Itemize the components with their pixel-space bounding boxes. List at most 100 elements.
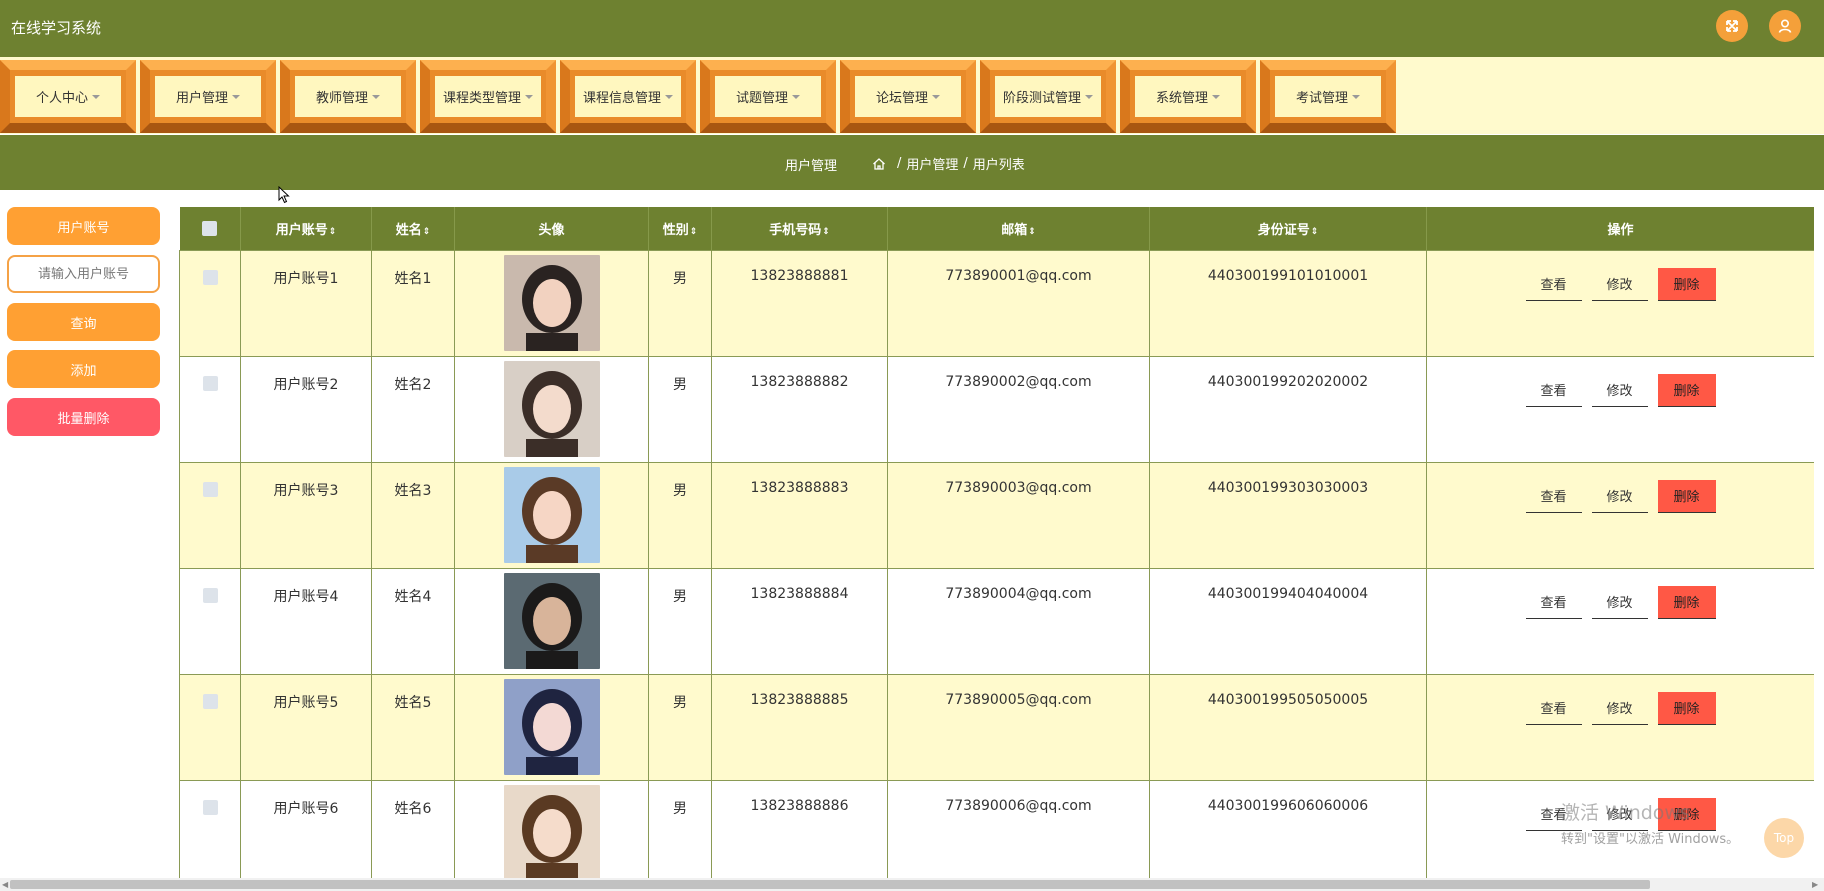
edit-button[interactable]: 修改 [1591,586,1648,619]
edit-button[interactable]: 修改 [1591,798,1648,831]
view-button[interactable]: 查看 [1525,268,1582,301]
fullscreen-button[interactable] [1716,10,1748,42]
table-row: 用户账号2 姓名2 男 13823888882 773890002@qq.com 4403… [179,355,1814,463]
menu-item-course-type-management[interactable]: 课程类型管理 [420,60,556,133]
breadcrumb-user-list: 用户列表 [972,158,1025,173]
sort-icon[interactable]: ⇕ [690,227,698,237]
phone-cell: 13823888882 [711,355,888,463]
table-row: 用户账号5 姓名5 男 13823888885 773890005@qq.com 4403… [179,673,1814,781]
name-cell: 姓名1 [371,249,455,357]
avatar[interactable] [503,360,600,457]
avatar[interactable] [503,784,600,879]
scroll-left-arrow-icon[interactable]: ◀ [2,880,8,889]
name-cell: 姓名6 [371,779,455,879]
chevron-down-icon [792,94,800,99]
phone-cell: 13823888883 [711,461,888,569]
select-cell [179,461,241,569]
sort-icon[interactable]: ⇕ [423,227,431,237]
batch-delete-button[interactable]: 批量删除 [7,398,160,436]
search-input[interactable] [7,255,160,293]
avatar[interactable] [503,572,600,669]
row-checkbox[interactable] [202,481,218,497]
header-account[interactable]: 用户账号⇕ [240,207,372,250]
menu-item-course-info-management[interactable]: 课程信息管理 [560,60,696,133]
home-icon[interactable] [872,157,886,171]
view-button[interactable]: 查看 [1525,586,1582,619]
view-button[interactable]: 查看 [1525,374,1582,407]
fullscreen-icon [1726,20,1738,32]
chevron-down-icon [525,94,533,99]
avatar[interactable] [503,678,600,775]
scrollbar-thumb[interactable] [10,880,1650,889]
account-cell: 用户账号2 [240,355,372,463]
header-phone[interactable]: 手机号码⇕ [711,207,888,250]
menu-item-label: 用户管理 [175,91,228,106]
delete-button[interactable]: 删除 [1657,691,1716,725]
menu-item-personal-center[interactable]: 个人中心 [0,60,136,133]
table-row: 用户账号1 姓名1 男 13823888881 773890001@qq.com 4403… [179,249,1814,357]
phone-cell: 13823888886 [711,779,888,879]
row-checkbox[interactable] [202,693,218,709]
menu-item-system-management[interactable]: 系统管理 [1120,60,1256,133]
header-avatar: 头像 [454,207,649,250]
query-button[interactable]: 查询 [7,303,160,341]
delete-button[interactable]: 删除 [1657,479,1716,513]
select-all-checkbox[interactable] [202,220,218,236]
email-cell: 773890002@qq.com [887,355,1150,463]
menu-item-teacher-management[interactable]: 教师管理 [280,60,416,133]
edit-button[interactable]: 修改 [1591,374,1648,407]
header-name[interactable]: 姓名⇕ [371,207,455,250]
select-cell [179,355,241,463]
name-cell: 姓名5 [371,673,455,781]
user-button[interactable] [1769,10,1801,42]
main-menu-bar: 个人中心 用户管理 教师管理 课程类型管理 课程信息管理 试题管理 论坛管理 阶… [0,57,1824,134]
add-button[interactable]: 添加 [7,350,160,388]
avatar-cell [454,567,649,675]
id-number-cell: 440300199505050005 [1149,673,1427,781]
sort-icon[interactable]: ⇕ [822,227,830,237]
delete-button[interactable]: 删除 [1657,797,1716,831]
view-button[interactable]: 查看 [1525,798,1582,831]
menu-item-label: 教师管理 [315,91,368,106]
header-actions: 操作 [1426,207,1814,250]
menu-item-user-management[interactable]: 用户管理 [140,60,276,133]
scroll-right-arrow-icon[interactable]: ▶ [1812,880,1818,889]
email-cell: 773890005@qq.com [887,673,1150,781]
select-cell [179,567,241,675]
avatar[interactable] [503,466,600,563]
edit-button[interactable]: 修改 [1591,692,1648,725]
breadcrumb-user-management[interactable]: 用户管理 [906,154,958,173]
back-to-top-button[interactable]: Top [1764,818,1804,858]
row-checkbox[interactable] [202,587,218,603]
header-gender[interactable]: 性别⇕ [648,207,712,250]
edit-button[interactable]: 修改 [1591,480,1648,513]
horizontal-scrollbar[interactable]: ◀ ▶ [0,878,1824,891]
row-checkbox[interactable] [202,375,218,391]
avatar[interactable] [503,254,600,351]
account-cell: 用户账号3 [240,461,372,569]
select-cell [179,673,241,781]
sort-icon[interactable]: ⇕ [329,227,337,237]
header-email[interactable]: 邮箱⇕ [887,207,1150,250]
delete-button[interactable]: 删除 [1657,585,1716,619]
row-checkbox[interactable] [202,269,218,285]
menu-item-stage-test-management[interactable]: 阶段测试管理 [980,60,1116,133]
view-button[interactable]: 查看 [1525,480,1582,513]
chevron-down-icon [932,94,940,99]
chevron-down-icon [372,94,380,99]
menu-item-question-management[interactable]: 试题管理 [700,60,836,133]
sort-icon[interactable]: ⇕ [1028,227,1036,237]
menu-item-forum-management[interactable]: 论坛管理 [840,60,976,133]
header-id-number[interactable]: 身份证号⇕ [1149,207,1427,250]
sort-icon[interactable]: ⇕ [1311,227,1319,237]
edit-button[interactable]: 修改 [1591,268,1648,301]
delete-button[interactable]: 删除 [1657,267,1716,301]
menu-item-exam-management[interactable]: 考试管理 [1260,60,1396,133]
chevron-down-icon [1212,94,1220,99]
phone-cell: 13823888884 [711,567,888,675]
avatar-image [503,360,600,457]
delete-button[interactable]: 删除 [1657,373,1716,407]
view-button[interactable]: 查看 [1525,692,1582,725]
row-checkbox[interactable] [202,799,218,815]
mouse-cursor-icon [278,186,290,204]
